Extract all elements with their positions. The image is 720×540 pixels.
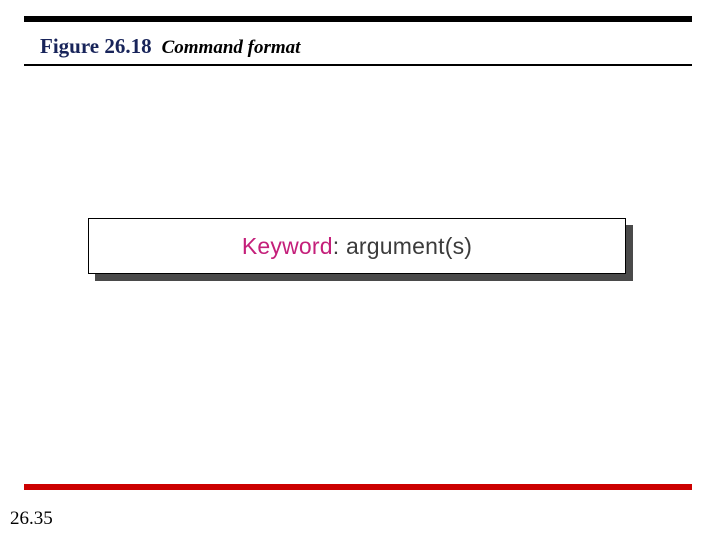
- command-format-text: Keyword: argument(s): [242, 233, 472, 260]
- separator-text: :: [333, 233, 346, 259]
- figure-title: Command format: [162, 37, 301, 59]
- argument-text: argument(s): [346, 233, 472, 259]
- figure-number: Figure 26.18: [40, 34, 152, 59]
- command-format-box: Keyword: argument(s): [88, 218, 626, 274]
- caption-underline: [24, 64, 692, 66]
- figure-caption: Figure 26.18 Command format: [40, 34, 300, 59]
- page-number: 26.35: [10, 508, 53, 530]
- top-rule: [24, 16, 692, 22]
- keyword-text: Keyword: [242, 233, 333, 259]
- box-face: Keyword: argument(s): [88, 218, 626, 274]
- bottom-rule: [24, 484, 692, 490]
